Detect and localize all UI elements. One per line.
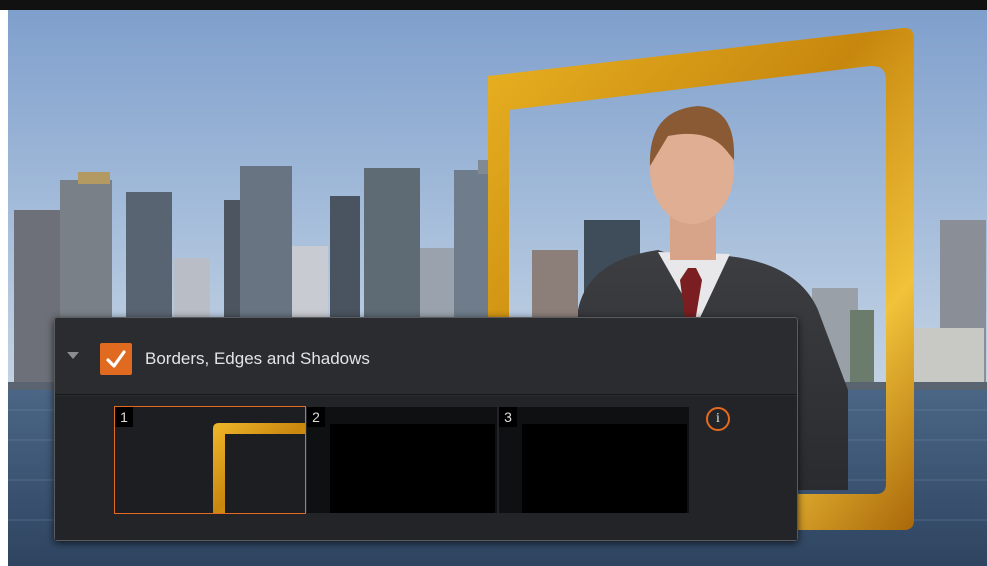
- enable-checkbox[interactable]: [100, 343, 132, 375]
- info-icon[interactable]: i: [706, 407, 730, 431]
- gold-frame-thumbnail: [115, 407, 305, 513]
- empty-thumbnail: [522, 424, 687, 513]
- preset-slots: 1 2 3: [114, 406, 691, 515]
- checkmark-icon: [106, 350, 126, 368]
- borders-edges-shadows-panel: Borders, Edges and Shadows 1 2 3 i: [54, 317, 798, 541]
- slot-number: 1: [115, 407, 133, 427]
- preset-slot-2[interactable]: 2: [307, 407, 497, 513]
- slot-number: 3: [499, 407, 517, 427]
- preset-slot-1[interactable]: 1: [114, 406, 306, 514]
- panel-title: Borders, Edges and Shadows: [145, 349, 370, 368]
- window-top-bar: [0, 0, 987, 10]
- panel-header[interactable]: Borders, Edges and Shadows: [55, 318, 797, 395]
- empty-thumbnail: [330, 424, 495, 513]
- disclosure-triangle-icon[interactable]: [67, 352, 79, 359]
- panel-body: 1 2 3 i: [55, 396, 797, 540]
- slot-number: 2: [307, 407, 325, 427]
- preset-slot-3[interactable]: 3: [499, 407, 689, 513]
